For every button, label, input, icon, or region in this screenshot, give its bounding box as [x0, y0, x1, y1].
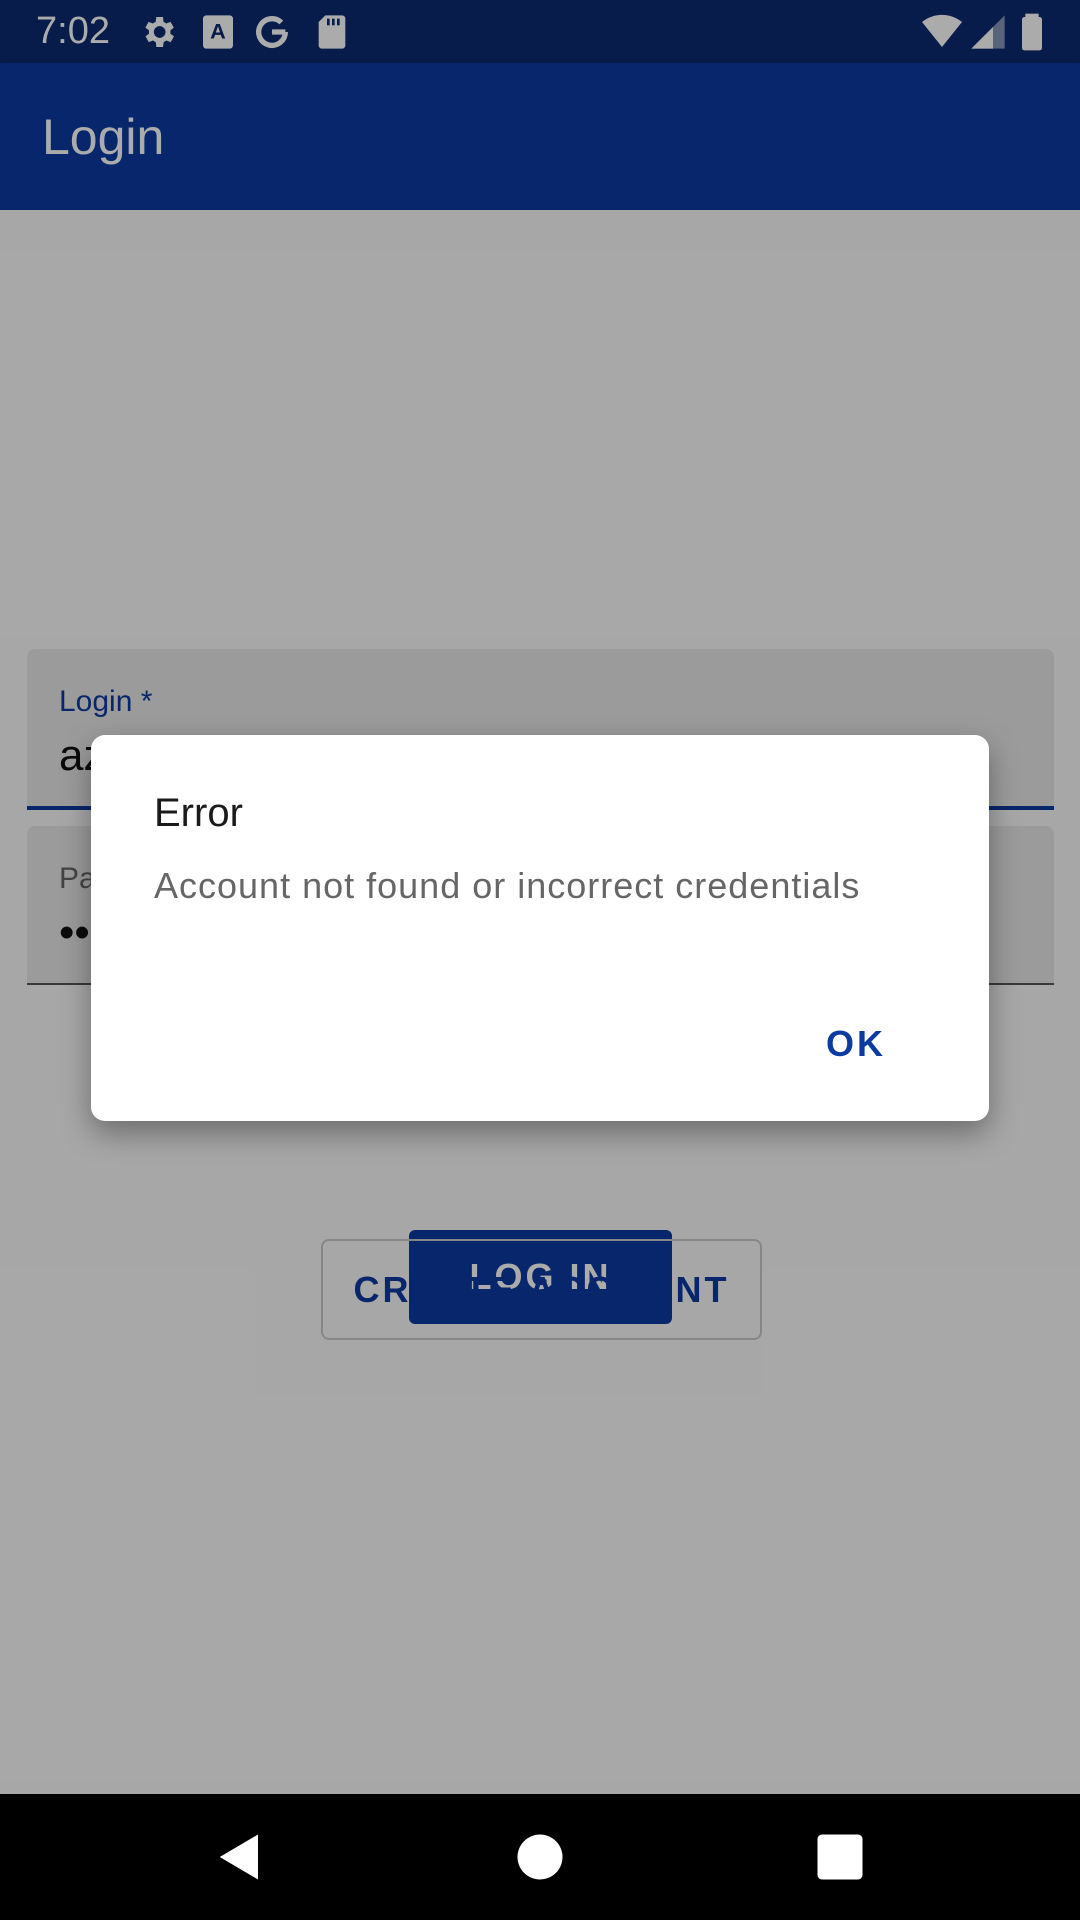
ok-button[interactable]: OK	[826, 1023, 886, 1065]
home-icon[interactable]	[513, 1830, 567, 1884]
dialog-message: Account not found or incorrect credentia…	[154, 865, 861, 906]
back-icon[interactable]	[213, 1830, 267, 1884]
navigation-bar	[0, 1794, 1080, 1920]
dialog-title: Error	[154, 791, 243, 835]
recents-icon[interactable]	[813, 1830, 867, 1884]
error-dialog: Error Account not found or incorrect cre…	[91, 735, 989, 1121]
